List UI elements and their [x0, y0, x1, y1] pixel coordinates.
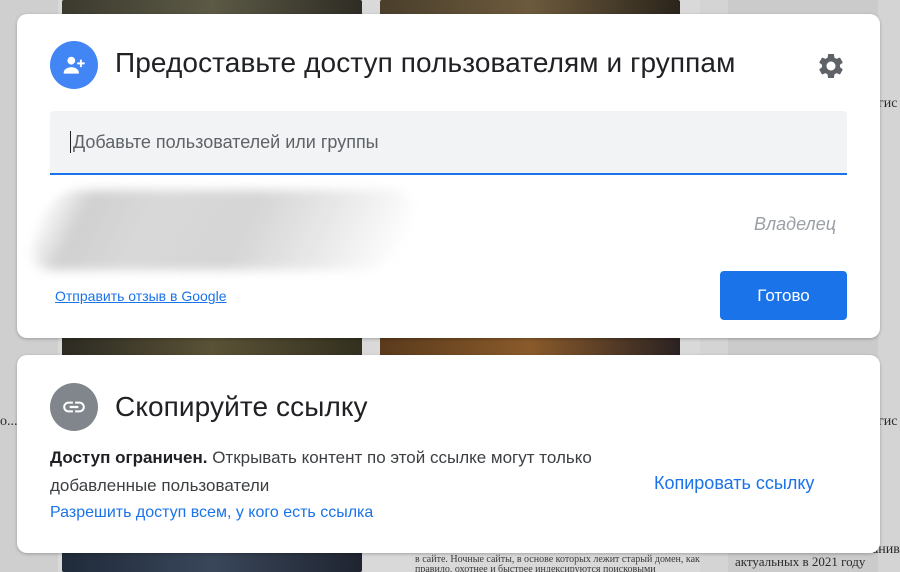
background-text: гис	[878, 414, 898, 429]
text-caret	[70, 131, 71, 153]
add-people-field[interactable]	[50, 111, 847, 175]
dialog-title: Предоставьте доступ пользователям и груп…	[115, 47, 736, 78]
background-body-line: правило, охотнее и быстрее индексируются…	[415, 564, 656, 572]
allow-anyone-with-link[interactable]: Разрешить доступ всем, у кого есть ссылк…	[50, 504, 373, 522]
background-text: о...	[0, 414, 18, 429]
access-description: Доступ ограничен. Открывать контент по э…	[50, 444, 620, 500]
send-feedback-link[interactable]: Отправить отзыв в Google	[55, 288, 226, 304]
background-caption: актуальных в 2021 году	[735, 554, 866, 569]
link-icon	[50, 383, 98, 431]
share-dialog: Предоставьте доступ пользователям и груп…	[17, 14, 880, 338]
copy-link-button[interactable]: Копировать ссылку	[654, 473, 814, 494]
dialog-title: Скопируйте ссылку	[115, 391, 368, 422]
gear-icon[interactable]	[816, 51, 846, 81]
owner-role-label: Владелец	[754, 214, 836, 234]
access-status: Доступ ограничен.	[50, 448, 208, 467]
copy-link-dialog: Скопируйте ссылку Доступ ограничен. Откр…	[17, 355, 880, 553]
add-person-icon	[50, 41, 98, 89]
owner-account-redacted	[24, 190, 420, 270]
background-photo	[62, 550, 362, 572]
add-people-input[interactable]	[73, 131, 813, 153]
done-button[interactable]: Готово	[720, 271, 847, 320]
background-text: гис	[878, 96, 898, 111]
